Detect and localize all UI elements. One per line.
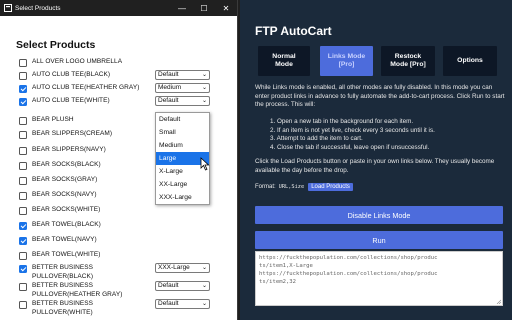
product-label: BETTER BUSINESS PULLOVER(BLACK)	[32, 264, 94, 280]
format-line: Format: URL,Size Load Products	[255, 182, 353, 192]
size-select-value: Default	[158, 97, 179, 104]
product-checkbox[interactable]	[19, 222, 27, 230]
product-checkbox[interactable]	[19, 177, 27, 185]
disable-links-mode-button[interactable]: Disable Links Mode	[255, 206, 503, 224]
product-label: BEAR TOWEL(WHITE)	[32, 251, 101, 258]
product-label: BEAR SOCKS(BLACK)	[32, 161, 101, 168]
dropdown-option[interactable]: Small	[156, 126, 209, 139]
product-label: BETTER BUSINESS PULLOVER(HEATHER GRAY)	[32, 282, 123, 298]
dropdown-option[interactable]: Medium	[156, 139, 209, 152]
textarea-line: ts/item1,X-Large	[259, 263, 313, 269]
window-titlebar[interactable]: Select Products — ☐ ✕	[0, 0, 237, 16]
chevron-down-icon: ⌄	[201, 301, 207, 307]
product-label: AUTO CLUB TEE(HEATHER GRAY)	[32, 84, 140, 91]
load-products-button[interactable]: Load Products	[308, 183, 353, 191]
ftp-autocart-panel: FTP AutoCart Normal Mode Links Mode [Pro…	[240, 0, 512, 320]
panel-title: FTP AutoCart	[255, 24, 332, 38]
product-label: BEAR TOWEL(BLACK)	[32, 221, 101, 228]
close-button[interactable]: ✕	[215, 0, 237, 16]
tab-restock-mode[interactable]: Restock Mode [Pro]	[381, 46, 435, 76]
step-item: 4. Close the tab if successful, leave op…	[270, 143, 430, 151]
product-checkbox[interactable]	[19, 117, 27, 125]
dropdown-option[interactable]: XX-Large	[156, 178, 209, 191]
product-checkbox[interactable]	[19, 131, 27, 139]
size-select[interactable]: Medium ⌄	[155, 83, 210, 93]
chevron-down-icon: ⌄	[201, 72, 207, 78]
links-mode-description: While Links mode is enabled, all other m…	[255, 84, 505, 109]
chevron-down-icon: ⌄	[201, 85, 207, 91]
maximize-button[interactable]: ☐	[193, 0, 215, 16]
load-instructions: Click the Load Products button or paste …	[255, 158, 495, 174]
product-checkbox[interactable]	[19, 283, 27, 291]
steps-list: 1. Open a new tab in the background for …	[270, 118, 510, 152]
links-textarea[interactable]: https://fuckthepopulation.com/collection…	[255, 251, 503, 306]
page-title: Select Products	[16, 39, 96, 51]
product-checkbox[interactable]	[19, 237, 27, 245]
product-label: ALL OVER LOGO UMBRELLA	[32, 58, 123, 65]
minimize-button[interactable]: —	[171, 0, 193, 16]
chevron-down-icon: ⌄	[201, 283, 207, 289]
product-label: BEAR SLIPPERS(CREAM)	[32, 130, 113, 137]
size-select[interactable]: Default ⌄	[155, 96, 210, 106]
product-checkbox[interactable]	[19, 301, 27, 309]
step-item: 2. If an item is not yet live, check eve…	[270, 126, 435, 134]
size-select-value: XXX-Large	[158, 264, 190, 271]
size-select[interactable]: XXX-Large ⌄	[155, 263, 210, 273]
size-select[interactable]: Default ⌄	[155, 281, 210, 291]
product-checkbox[interactable]	[19, 98, 27, 106]
dropdown-option[interactable]: Default	[156, 113, 209, 126]
step-item: 1. Open a new tab in the background for …	[270, 118, 414, 125]
chevron-down-icon: ⌄	[201, 265, 207, 271]
product-checkbox[interactable]	[19, 252, 27, 260]
window-title: Select Products	[15, 4, 61, 12]
product-checkbox[interactable]	[19, 59, 27, 67]
product-checkbox[interactable]	[19, 85, 27, 93]
size-select-value: Default	[158, 300, 179, 307]
textarea-line: https://fuckthepopulation.com/collection…	[259, 255, 438, 261]
tab-links-mode[interactable]: Links Mode [Pro]	[320, 46, 373, 76]
textarea-line: https://fuckthepopulation.com/collection…	[259, 271, 438, 277]
size-select-value: Medium	[158, 84, 182, 91]
select-products-window: Select Products — ☐ ✕ Select Products AL…	[0, 0, 238, 320]
size-select-value: Default	[158, 282, 179, 289]
size-select-value: Default	[158, 71, 179, 78]
run-button[interactable]: Run	[255, 231, 503, 249]
size-select[interactable]: Default ⌄	[155, 299, 210, 309]
step-item: 3. Attempt to add the item to cart.	[270, 135, 363, 143]
product-checkbox[interactable]	[19, 192, 27, 200]
tab-normal-mode[interactable]: Normal Mode	[258, 46, 310, 76]
format-value: URL,Size	[278, 184, 305, 190]
product-label: BEAR PLUSH	[32, 116, 74, 123]
chevron-down-icon: ⌄	[201, 98, 207, 104]
product-label: AUTO CLUB TEE(BLACK)	[32, 71, 111, 78]
product-label: AUTO CLUB TEE(WHITE)	[32, 97, 110, 104]
product-label: BEAR SOCKS(WHITE)	[32, 206, 101, 213]
product-label: BETTER BUSINESS PULLOVER(WHITE)	[32, 300, 94, 316]
product-checkbox[interactable]	[19, 265, 27, 273]
product-label: BEAR SOCKS(GRAY)	[32, 176, 98, 183]
app-icon	[4, 4, 12, 12]
textarea-line: ts/item2,32	[259, 279, 297, 285]
product-checkbox[interactable]	[19, 162, 27, 170]
product-checkbox[interactable]	[19, 147, 27, 155]
tab-options[interactable]: Options	[443, 46, 497, 76]
product-label: BEAR SLIPPERS(NAVY)	[32, 146, 106, 153]
format-label: Format:	[255, 184, 276, 190]
product-checkbox[interactable]	[19, 72, 27, 80]
resize-handle-icon[interactable]	[496, 299, 501, 304]
product-label: BEAR SOCKS(NAVY)	[32, 191, 97, 198]
size-select[interactable]: Default ⌄	[155, 70, 210, 80]
dropdown-option[interactable]: XXX-Large	[156, 191, 209, 204]
product-checkbox[interactable]	[19, 207, 27, 215]
product-label: BEAR TOWEL(NAVY)	[32, 236, 97, 243]
mouse-cursor-icon	[200, 157, 210, 171]
